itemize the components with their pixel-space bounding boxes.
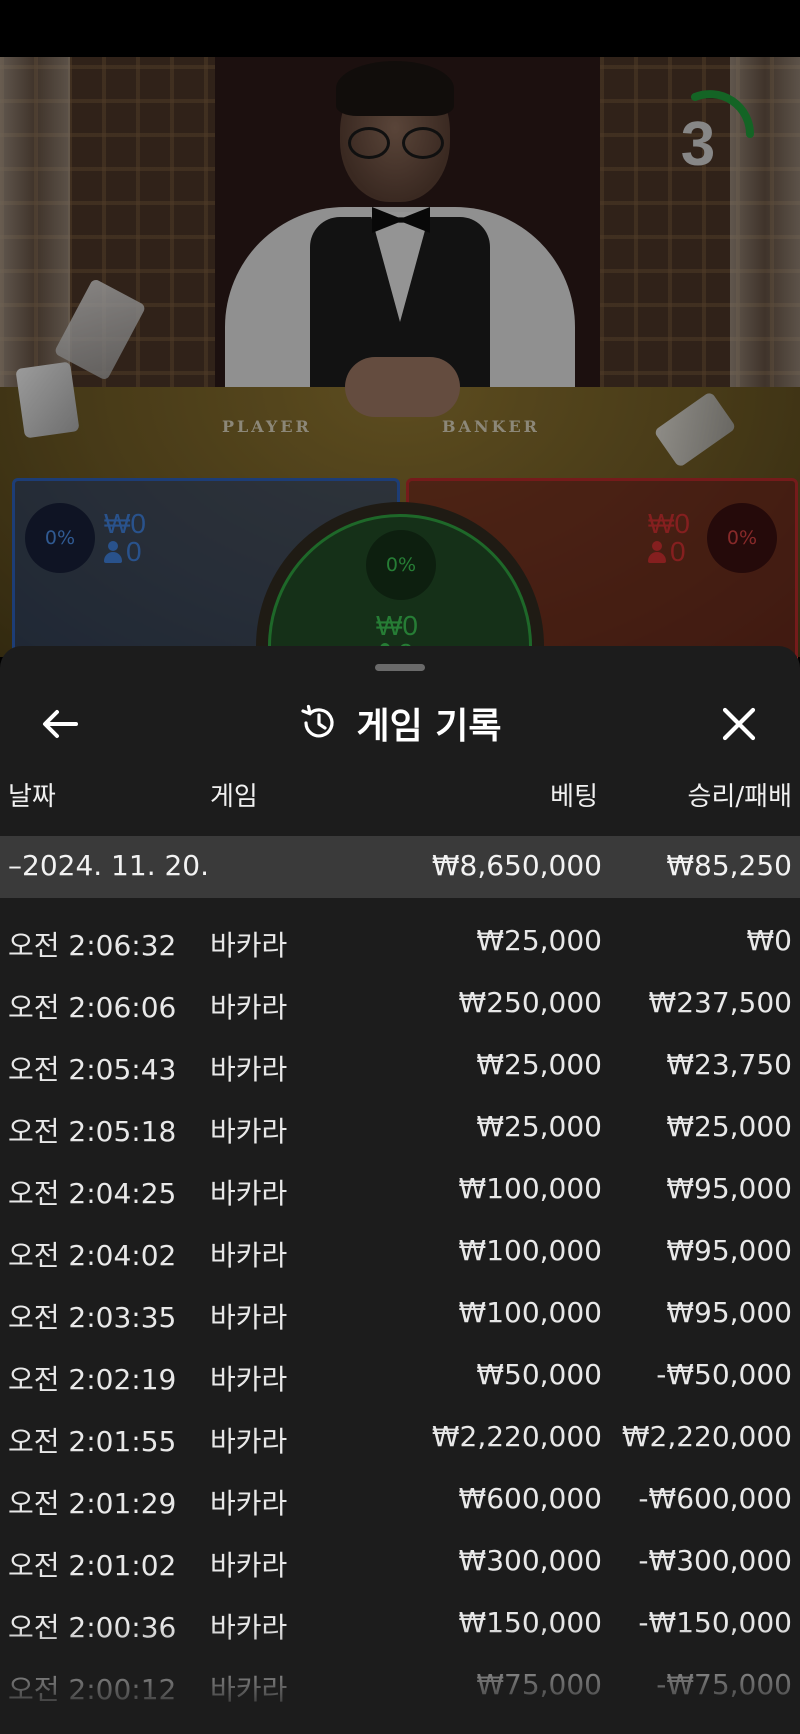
back-button[interactable] bbox=[36, 702, 84, 746]
row-result: ₩95,000 bbox=[666, 1296, 792, 1329]
row-bet: ₩100,000 bbox=[458, 1172, 602, 1205]
row-bet: ₩25,000 bbox=[476, 924, 602, 957]
title-group: 게임 기록 bbox=[0, 688, 800, 758]
group-date: –2024. 11. 20. bbox=[8, 849, 210, 882]
row-time: 오전 2:06:06 bbox=[8, 991, 177, 1024]
history-row[interactable]: 오전 2:01:02 바카라 ₩300,000 -₩300,000 bbox=[0, 1534, 800, 1596]
row-game: 바카라 bbox=[210, 1611, 288, 1644]
row-result: -₩600,000 bbox=[638, 1482, 792, 1515]
row-bet: ₩25,000 bbox=[476, 1048, 602, 1081]
row-game: 바카라 bbox=[210, 1363, 288, 1396]
column-header-bet: 베팅 bbox=[550, 782, 598, 812]
history-row[interactable]: 오전 2:01:29 바카라 ₩600,000 -₩600,000 bbox=[0, 1472, 800, 1534]
row-game: 바카라 bbox=[210, 991, 288, 1024]
row-time: 오전 2:01:29 bbox=[8, 1487, 177, 1520]
row-result: -₩300,000 bbox=[638, 1544, 792, 1577]
row-time: 오전 2:06:32 bbox=[8, 929, 177, 962]
column-header-winloss: 승리/패배 bbox=[687, 782, 792, 812]
group-winloss-total: ₩85,250 bbox=[666, 849, 792, 882]
sheet-header: 게임 기록 bbox=[0, 688, 800, 758]
row-bet: ₩2,220,000 bbox=[431, 1420, 602, 1453]
row-game: 바카라 bbox=[210, 929, 288, 962]
row-game: 바카라 bbox=[210, 1425, 288, 1458]
row-bet: ₩100,000 bbox=[458, 1296, 602, 1329]
row-result: ₩95,000 bbox=[666, 1234, 792, 1267]
row-game: 바카라 bbox=[210, 1177, 288, 1210]
row-bet: ₩50,000 bbox=[476, 1358, 602, 1391]
row-game: 바카라 bbox=[210, 1301, 288, 1334]
row-result: ₩95,000 bbox=[666, 1172, 792, 1205]
row-result: ₩2,220,000 bbox=[621, 1420, 792, 1453]
history-row[interactable]: 오전 2:05:43 바카라 ₩25,000 ₩23,750 bbox=[0, 1038, 800, 1100]
row-bet: ₩75,000 bbox=[476, 1668, 602, 1701]
history-row[interactable]: 오전 2:02:19 바카라 ₩50,000 -₩50,000 bbox=[0, 1348, 800, 1410]
row-time: 오전 2:05:43 bbox=[8, 1053, 177, 1086]
row-bet: ₩300,000 bbox=[458, 1544, 602, 1577]
history-row[interactable]: 오전 2:06:32 바카라 ₩25,000 ₩0 bbox=[0, 914, 800, 976]
video-dim-overlay bbox=[0, 57, 800, 657]
row-game: 바카라 bbox=[210, 1239, 288, 1272]
close-button[interactable] bbox=[715, 700, 763, 748]
history-row[interactable]: 오전 2:06:06 바카라 ₩250,000 ₩237,500 bbox=[0, 976, 800, 1038]
status-bar bbox=[0, 0, 800, 57]
row-game: 바카라 bbox=[210, 1115, 288, 1148]
history-row[interactable]: 오전 2:04:25 바카라 ₩100,000 ₩95,000 bbox=[0, 1162, 800, 1224]
row-bet: ₩25,000 bbox=[476, 1110, 602, 1143]
history-row[interactable]: 오전 2:03:35 바카라 ₩100,000 ₩95,000 bbox=[0, 1286, 800, 1348]
row-bet: ₩150,000 bbox=[458, 1606, 602, 1639]
arrow-left-icon bbox=[43, 710, 78, 738]
history-row[interactable]: 오전 2:00:12 바카라 ₩75,000 -₩75,000 bbox=[0, 1658, 800, 1720]
history-row[interactable]: 오전 2:04:02 바카라 ₩100,000 ₩95,000 bbox=[0, 1224, 800, 1286]
row-game: 바카라 bbox=[210, 1549, 288, 1582]
row-result: ₩0 bbox=[746, 924, 793, 957]
close-icon bbox=[722, 707, 756, 741]
row-result: -₩75,000 bbox=[656, 1668, 792, 1701]
row-game: 바카라 bbox=[210, 1053, 288, 1086]
row-bet: ₩100,000 bbox=[458, 1234, 602, 1267]
row-game: 바카라 bbox=[210, 1673, 288, 1706]
group-bet-total: ₩8,650,000 bbox=[431, 849, 602, 882]
date-group-row[interactable]: –2024. 11. 20. ₩8,650,000 ₩85,250 bbox=[0, 836, 800, 898]
row-time: 오전 2:01:55 bbox=[8, 1425, 177, 1458]
row-result: -₩50,000 bbox=[656, 1358, 792, 1391]
row-bet: ₩250,000 bbox=[458, 986, 602, 1019]
row-time: 오전 2:04:02 bbox=[8, 1239, 177, 1272]
row-bet: ₩600,000 bbox=[458, 1482, 602, 1515]
history-icon bbox=[301, 704, 335, 738]
row-result: -₩150,000 bbox=[638, 1606, 792, 1639]
column-header-game: 게임 bbox=[210, 782, 258, 812]
row-time: 오전 2:03:35 bbox=[8, 1301, 177, 1334]
row-time: 오전 2:04:25 bbox=[8, 1177, 177, 1210]
history-row[interactable]: 오전 2:00:36 바카라 ₩150,000 -₩150,000 bbox=[0, 1596, 800, 1658]
history-row[interactable]: 오전 2:05:18 바카라 ₩25,000 ₩25,000 bbox=[0, 1100, 800, 1162]
row-result: ₩23,750 bbox=[666, 1048, 792, 1081]
history-row[interactable]: 오전 2:01:55 바카라 ₩2,220,000 ₩2,220,000 bbox=[0, 1410, 800, 1472]
row-time: 오전 2:00:12 bbox=[8, 1673, 177, 1706]
row-game: 바카라 bbox=[210, 1487, 288, 1520]
row-time: 오전 2:05:18 bbox=[8, 1115, 177, 1148]
row-time: 오전 2:01:02 bbox=[8, 1549, 177, 1582]
row-result: ₩237,500 bbox=[648, 986, 792, 1019]
row-result: ₩25,000 bbox=[666, 1110, 792, 1143]
game-history-sheet: 게임 기록 날짜 게임 베팅 승리/패배 –2024. 11. 20. ₩8,6… bbox=[0, 646, 800, 1734]
column-header-date: 날짜 bbox=[8, 782, 56, 812]
row-time: 오전 2:00:36 bbox=[8, 1611, 177, 1644]
row-time: 오전 2:02:19 bbox=[8, 1363, 177, 1396]
drag-handle[interactable] bbox=[375, 664, 425, 671]
panel-title: 게임 기록 bbox=[356, 706, 502, 747]
